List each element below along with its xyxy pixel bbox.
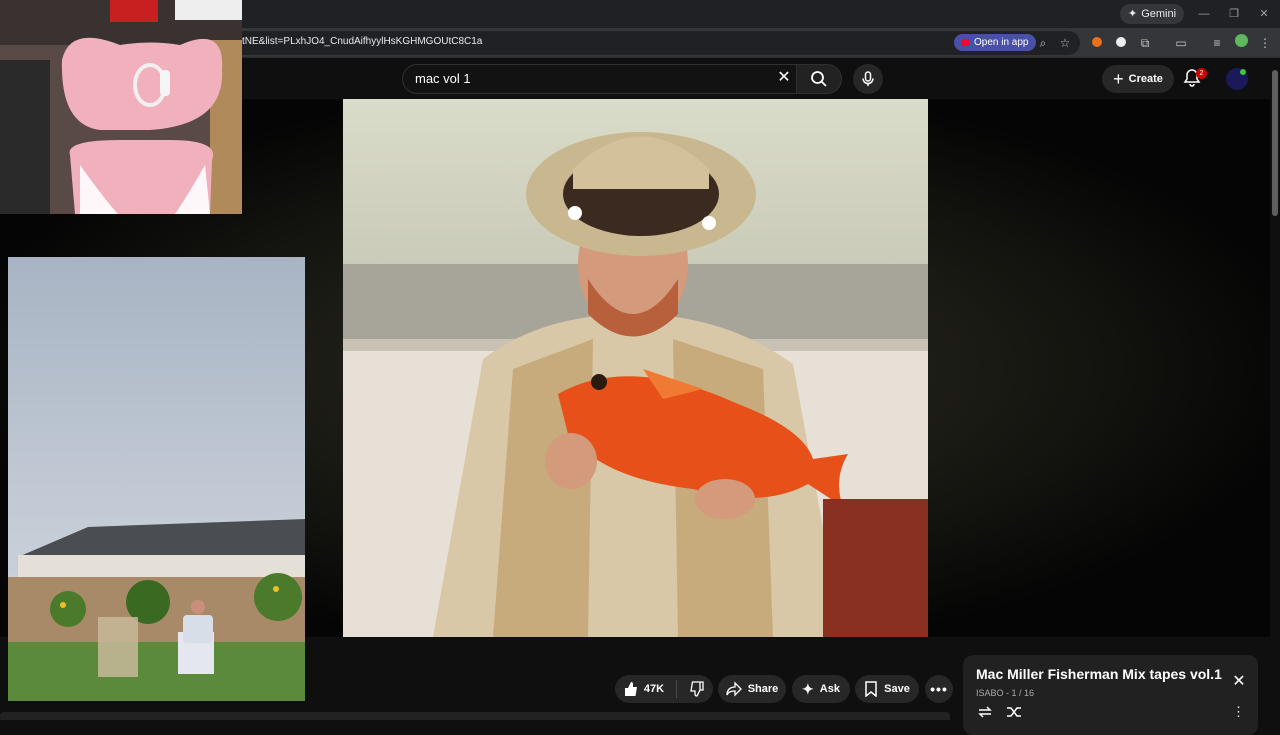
webcam-overlay <box>0 0 242 214</box>
open-in-app-button[interactable]: Open in app <box>954 34 1036 51</box>
restore-icon[interactable]: ❐ <box>1226 6 1242 22</box>
minimize-icon[interactable]: — <box>1196 6 1212 22</box>
share-arrow-icon <box>726 681 742 697</box>
live-dot-icon <box>1240 69 1246 75</box>
thumbs-down-icon <box>690 681 704 697</box>
share-button[interactable]: Share <box>718 675 786 703</box>
browser-menu-icon[interactable]: ⋮ <box>1256 34 1274 52</box>
extension-icon[interactable] <box>1112 34 1130 52</box>
more-actions-button[interactable]: ••• <box>925 675 953 703</box>
close-playlist-icon[interactable]: ✕ <box>1229 672 1249 692</box>
gemini-label: Gemini <box>1141 8 1177 20</box>
like-count: 47K <box>643 683 665 695</box>
sparkle-icon: ✦ <box>1128 8 1138 20</box>
bookmark-icon <box>865 681 877 697</box>
create-label: Create <box>1128 73 1163 85</box>
url-text[interactable]: tNE&list=PLxhJO4_CnudAifhyylHsKGHMGOUtC8… <box>242 36 482 47</box>
share-label: Share <box>747 683 779 695</box>
zoom-icon[interactable]: ⌕ <box>1034 34 1052 52</box>
like-divider <box>676 680 678 698</box>
profile-avatar-icon[interactable] <box>1232 34 1250 52</box>
voice-search-button[interactable] <box>853 64 883 94</box>
notification-badge: 2 <box>1196 68 1207 79</box>
extension-fox-icon[interactable] <box>1088 34 1106 52</box>
create-button[interactable]: + Create <box>1102 65 1174 93</box>
like-dislike-group: 47K <box>615 675 713 703</box>
cast-icon[interactable]: ▭ <box>1172 34 1190 52</box>
scrollbar-thumb[interactable] <box>1272 70 1278 216</box>
ask-label: Ask <box>819 683 840 695</box>
description-box-edge <box>0 712 950 720</box>
playlist-menu-icon[interactable]: ⋮ <box>1232 704 1244 720</box>
open-in-app-label: Open in app <box>974 37 1029 48</box>
video-player[interactable] <box>343 99 928 637</box>
extensions-puzzle-icon[interactable]: ⧉ <box>1136 34 1154 52</box>
ask-button[interactable]: ✦ Ask <box>792 675 850 703</box>
microphone-icon <box>862 71 874 86</box>
backyard-photo-image <box>8 257 305 701</box>
sparkle-icon: ✦ <box>802 680 814 697</box>
close-window-icon[interactable]: ✕ <box>1256 6 1272 22</box>
dislike-button[interactable] <box>689 681 705 697</box>
search-icon <box>811 71 827 87</box>
bookmark-star-icon[interactable]: ☆ <box>1056 34 1074 52</box>
save-button[interactable]: Save <box>855 675 919 703</box>
side-photo-overlay <box>8 257 305 701</box>
thumbs-up-icon <box>624 682 637 696</box>
gemini-button[interactable]: ✦ Gemini <box>1120 4 1185 24</box>
more-horizontal-icon: ••• <box>930 681 948 697</box>
plus-icon: + <box>1113 69 1124 89</box>
playlist-subtitle: ISABO - 1 / 16 <box>976 688 1035 698</box>
webcam-image <box>0 0 242 214</box>
youtube-logo-icon <box>961 39 970 46</box>
search-query[interactable]: mac vol 1 <box>415 71 471 86</box>
video-thumbnail-image <box>343 99 928 637</box>
like-button[interactable]: 47K <box>623 681 664 697</box>
search-button[interactable] <box>796 64 842 94</box>
media-control-icon[interactable]: ≡ <box>1208 34 1226 52</box>
playlist-title[interactable]: Mac Miller Fisherman Mix tapes vol.1 <box>976 666 1222 682</box>
save-label: Save <box>884 683 910 695</box>
shuffle-icon[interactable] <box>1005 704 1023 720</box>
clear-search-icon[interactable]: ✕ <box>774 68 794 88</box>
loop-icon[interactable] <box>976 704 994 720</box>
